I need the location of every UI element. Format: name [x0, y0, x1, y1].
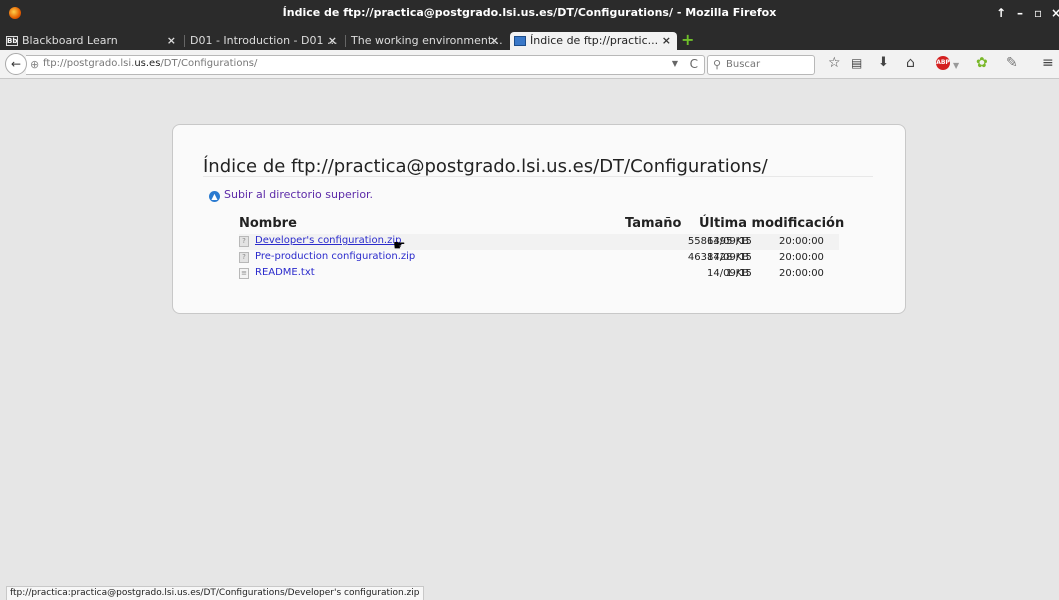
file-date: 14/09/15 — [707, 252, 752, 263]
column-header-modified[interactable]: Última modificación — [699, 216, 844, 231]
column-header-size[interactable]: Tamaño — [625, 216, 681, 231]
new-tab-button[interactable]: + — [681, 32, 694, 48]
home-icon[interactable]: ⌂ — [906, 55, 915, 71]
tab-ftp-index[interactable]: Índice de ftp://practic... × — [510, 32, 677, 50]
tools-icon[interactable]: ✎ — [1006, 55, 1018, 71]
blackboard-favicon-icon: Bb — [6, 36, 18, 46]
url-text[interactable]: ftp://postgrado.lsi.us.es/DT/Configurati… — [43, 58, 257, 69]
file-row: ? Developer's configuration.zip 5586395 … — [239, 234, 839, 250]
heading-divider — [203, 176, 873, 177]
file-row: ≡ README.txt 1 KB 14/09/15 20:00:00 — [239, 266, 839, 282]
file-time: 20:00:00 — [779, 252, 824, 263]
text-file-icon: ≡ — [239, 268, 249, 279]
file-date: 14/09/15 — [707, 236, 752, 247]
file-time: 20:00:00 — [779, 236, 824, 247]
hand-cursor-icon: ☛ — [393, 238, 406, 254]
close-window-button[interactable]: × — [1051, 6, 1059, 20]
search-bar[interactable]: ⚲ — [707, 55, 815, 75]
url-bar[interactable]: ⊕ ftp://postgrado.lsi.us.es/DT/Configura… — [26, 55, 705, 75]
file-date: 14/09/15 — [707, 268, 752, 279]
page-viewport: Índice de ftp://practica@postgrado.lsi.u… — [0, 79, 1059, 599]
up-arrow-icon: ▲ — [209, 191, 220, 202]
close-tab-icon[interactable]: × — [490, 32, 499, 50]
search-icon: ⚲ — [713, 58, 722, 71]
tab-divider — [345, 35, 346, 47]
zip-file-icon: ? — [239, 236, 249, 247]
close-tab-icon[interactable]: × — [328, 32, 337, 50]
close-tab-icon[interactable]: × — [662, 32, 671, 50]
tab-divider — [184, 35, 185, 47]
menu-icon[interactable]: ≡ — [1042, 55, 1054, 71]
tab-d01-introduction[interactable]: D01 - Introduction - D01 ... × — [186, 32, 343, 50]
url-history-dropdown-icon[interactable]: ▼ — [672, 59, 678, 68]
reading-list-icon[interactable]: ▤ — [851, 55, 862, 71]
back-button[interactable]: ← — [5, 53, 27, 75]
column-header-name[interactable]: Nombre — [239, 216, 297, 231]
file-link[interactable]: README.txt — [255, 267, 315, 278]
tab-label: Blackboard Learn — [22, 34, 118, 47]
adblock-icon[interactable]: ABP — [936, 56, 950, 70]
tab-label: D01 - Introduction - D01 ... — [190, 34, 338, 47]
chevron-down-icon[interactable]: ▼ — [953, 58, 959, 74]
status-bar: ftp://practica:practica@postgrado.lsi.us… — [6, 586, 424, 600]
window-titlebar: Índice de ftp://practica@postgrado.lsi.u… — [0, 0, 1059, 30]
parent-directory-label: Subir al directorio superior. — [224, 188, 374, 201]
window-title: Índice de ftp://practica@postgrado.lsi.u… — [282, 6, 777, 19]
page-title: Índice de ftp://practica@postgrado.lsi.u… — [203, 156, 768, 177]
directory-listing-card: Índice de ftp://practica@postgrado.lsi.u… — [172, 124, 906, 314]
tab-label: The working environment... — [351, 34, 503, 47]
file-link[interactable]: Pre-production configuration.zip — [255, 251, 415, 262]
search-input[interactable] — [726, 57, 810, 72]
parent-directory-link[interactable]: ▲ Subir al directorio superior. — [209, 188, 373, 202]
file-link[interactable]: Developer's configuration.zip — [255, 235, 401, 246]
window-up-icon[interactable]: ↑ — [996, 6, 1006, 20]
extension-icon[interactable]: ✿ — [976, 55, 988, 71]
close-tab-icon[interactable]: × — [167, 32, 176, 50]
download-icon[interactable]: ⬇ — [878, 55, 889, 71]
ftp-favicon-icon — [514, 36, 526, 46]
globe-icon: ⊕ — [30, 58, 40, 71]
maximize-button[interactable]: ▫ — [1034, 6, 1042, 20]
tab-label: Índice de ftp://practic... — [530, 34, 659, 47]
minimize-button[interactable]: – — [1017, 6, 1023, 20]
star-icon[interactable]: ☆ — [828, 55, 841, 71]
file-time: 20:00:00 — [779, 268, 824, 279]
file-row: ? Pre-production configuration.zip 46387… — [239, 250, 839, 266]
zip-file-icon: ? — [239, 252, 249, 263]
tab-working-environment[interactable]: The working environment... × — [347, 32, 505, 50]
navigation-toolbar: ⊕ ftp://postgrado.lsi.us.es/DT/Configura… — [0, 50, 1059, 79]
tab-blackboard[interactable]: Bb Blackboard Learn × — [2, 32, 182, 50]
reload-icon[interactable]: C — [690, 57, 698, 71]
tab-strip: Bb Blackboard Learn × D01 - Introduction… — [0, 30, 1059, 50]
